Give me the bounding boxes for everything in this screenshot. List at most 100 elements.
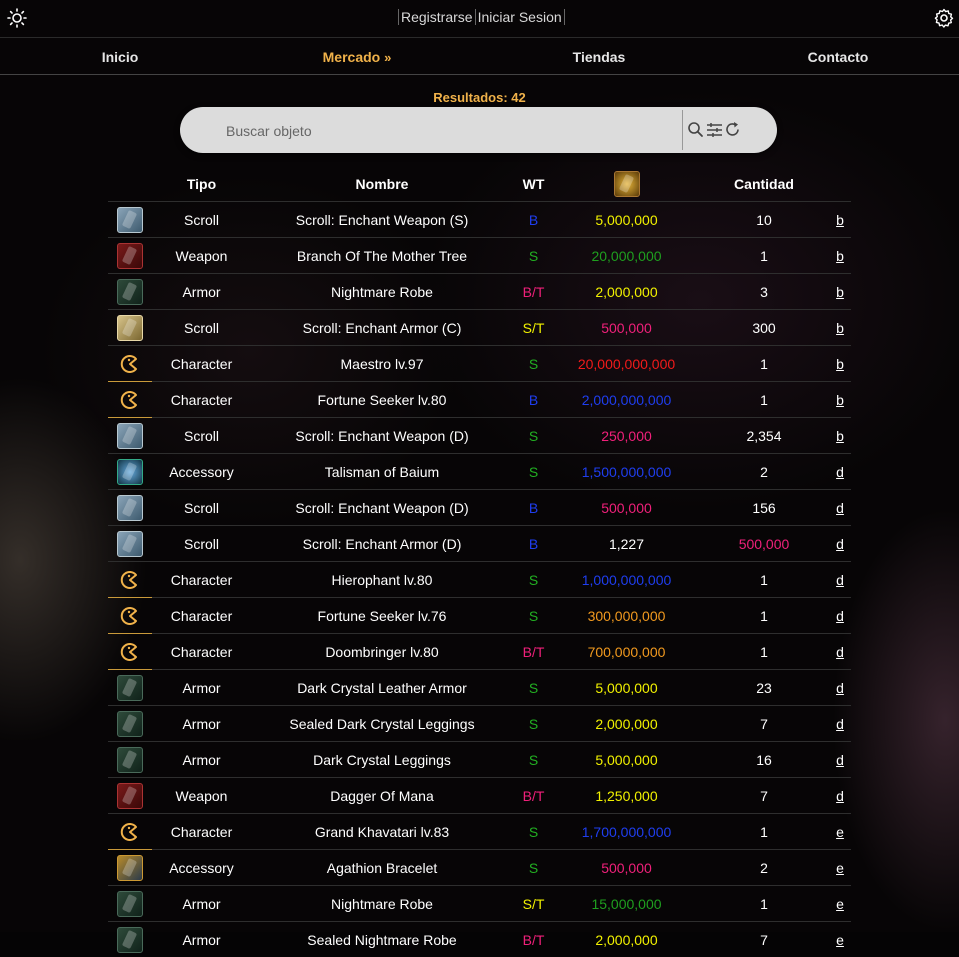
row-tipo: Character bbox=[152, 562, 251, 598]
row-link: e bbox=[829, 886, 851, 922]
armor-item-icon bbox=[117, 747, 143, 773]
row-detail-link[interactable]: b bbox=[836, 248, 844, 264]
table-row[interactable]: WeaponBranch Of The Mother TreeS20,000,0… bbox=[108, 238, 851, 274]
header-cantidad[interactable]: Cantidad bbox=[699, 166, 829, 202]
armor-item-icon bbox=[117, 711, 143, 737]
table-row[interactable]: CharacterFortune Seeker lv.76S300,000,00… bbox=[108, 598, 851, 634]
row-icon-cell bbox=[108, 706, 152, 742]
row-precio: 500,000 bbox=[554, 310, 699, 346]
row-detail-link[interactable]: e bbox=[836, 860, 844, 876]
row-link: d bbox=[829, 490, 851, 526]
table-row[interactable]: ArmorSealed Nightmare RobeB/T2,000,0007e bbox=[108, 922, 851, 957]
row-detail-link[interactable]: b bbox=[836, 212, 844, 228]
row-wt: S bbox=[513, 706, 554, 742]
row-detail-link[interactable]: d bbox=[836, 716, 844, 732]
login-link[interactable]: Iniciar Sesion bbox=[475, 9, 565, 25]
row-wt: S bbox=[513, 598, 554, 634]
nav-item-contacto[interactable]: Contacto bbox=[808, 49, 869, 65]
row-detail-link[interactable]: b bbox=[836, 320, 844, 336]
row-icon-cell bbox=[108, 346, 152, 382]
refresh-icon[interactable] bbox=[724, 121, 741, 138]
row-cantidad: 23 bbox=[699, 670, 829, 706]
row-detail-link[interactable]: d bbox=[836, 536, 844, 552]
row-detail-link[interactable]: b bbox=[836, 392, 844, 408]
row-nombre: Dark Crystal Leather Armor bbox=[251, 670, 513, 706]
table-row[interactable]: ArmorNightmare RobeB/T2,000,0003b bbox=[108, 274, 851, 310]
table-row[interactable]: AccessoryAgathion BraceletS500,0002e bbox=[108, 850, 851, 886]
row-detail-link[interactable]: e bbox=[836, 824, 844, 840]
header-price[interactable] bbox=[554, 166, 699, 202]
row-detail-link[interactable]: e bbox=[836, 932, 844, 948]
row-cantidad: 16 bbox=[699, 742, 829, 778]
header-wt[interactable]: WT bbox=[513, 166, 554, 202]
row-precio: 2,000,000 bbox=[554, 706, 699, 742]
search-bar bbox=[180, 107, 777, 153]
row-detail-link[interactable]: d bbox=[836, 608, 844, 624]
nav-item-mercado[interactable]: Mercado » bbox=[323, 49, 392, 65]
row-precio: 700,000,000 bbox=[554, 634, 699, 670]
row-detail-link[interactable]: d bbox=[836, 752, 844, 768]
row-detail-link[interactable]: d bbox=[836, 644, 844, 660]
table-row[interactable]: CharacterMaestro lv.97S20,000,000,0001b bbox=[108, 346, 851, 382]
table-row[interactable]: CharacterGrand Khavatari lv.83S1,700,000… bbox=[108, 814, 851, 850]
row-detail-link[interactable]: d bbox=[836, 680, 844, 696]
nav-item-inicio[interactable]: Inicio bbox=[102, 49, 139, 65]
row-detail-link[interactable]: b bbox=[836, 284, 844, 300]
table-row[interactable]: CharacterFortune Seeker lv.80B2,000,000,… bbox=[108, 382, 851, 418]
row-tipo: Armor bbox=[152, 922, 251, 957]
filter-sliders-icon[interactable] bbox=[706, 121, 723, 138]
table-row[interactable]: CharacterHierophant lv.80S1,000,000,0001… bbox=[108, 562, 851, 598]
search-input[interactable] bbox=[224, 119, 678, 143]
header-tipo[interactable]: Tipo bbox=[152, 166, 251, 202]
row-tipo: Scroll bbox=[152, 202, 251, 238]
chevron-double-down-icon: » bbox=[384, 50, 391, 65]
row-cantidad: 7 bbox=[699, 922, 829, 957]
row-precio: 300,000,000 bbox=[554, 598, 699, 634]
row-tipo: Scroll bbox=[152, 418, 251, 454]
theme-toggle-sun-icon[interactable] bbox=[7, 8, 27, 28]
table-row[interactable]: AccessoryTalisman of BaiumS1,500,000,000… bbox=[108, 454, 851, 490]
row-detail-link[interactable]: e bbox=[836, 896, 844, 912]
table-row[interactable]: ArmorSealed Dark Crystal LeggingsS2,000,… bbox=[108, 706, 851, 742]
row-tipo: Armor bbox=[152, 670, 251, 706]
nav-item-tiendas[interactable]: Tiendas bbox=[573, 49, 626, 65]
row-cantidad: 1 bbox=[699, 346, 829, 382]
table-row[interactable]: ScrollScroll: Enchant Weapon (D)B500,000… bbox=[108, 490, 851, 526]
table-row[interactable]: ScrollScroll: Enchant Armor (C)S/T500,00… bbox=[108, 310, 851, 346]
row-nombre: Hierophant lv.80 bbox=[251, 562, 513, 598]
settings-gear-icon[interactable] bbox=[934, 8, 954, 28]
table-row[interactable]: ScrollScroll: Enchant Weapon (D)S250,000… bbox=[108, 418, 851, 454]
header-nombre[interactable]: Nombre bbox=[251, 166, 513, 202]
row-icon-cell bbox=[108, 310, 152, 346]
row-wt: S bbox=[513, 454, 554, 490]
row-precio: 20,000,000,000 bbox=[554, 346, 699, 382]
row-precio: 1,700,000,000 bbox=[554, 814, 699, 850]
row-cantidad: 1 bbox=[699, 562, 829, 598]
row-link: d bbox=[829, 670, 851, 706]
row-tipo: Weapon bbox=[152, 778, 251, 814]
row-cantidad: 1 bbox=[699, 238, 829, 274]
row-detail-link[interactable]: b bbox=[836, 428, 844, 444]
row-wt: B bbox=[513, 202, 554, 238]
row-cantidad: 3 bbox=[699, 274, 829, 310]
row-icon-cell bbox=[108, 238, 152, 274]
table-row[interactable]: ScrollScroll: Enchant Armor (D)B1,227500… bbox=[108, 526, 851, 562]
row-detail-link[interactable]: d bbox=[836, 464, 844, 480]
search-divider bbox=[682, 110, 683, 150]
search-icon[interactable] bbox=[687, 121, 704, 138]
table-row[interactable]: WeaponDagger Of ManaB/T1,250,0007d bbox=[108, 778, 851, 814]
scroll-item-icon bbox=[117, 423, 143, 449]
row-detail-link[interactable]: d bbox=[836, 788, 844, 804]
row-detail-link[interactable]: d bbox=[836, 500, 844, 516]
table-row[interactable]: ArmorDark Crystal LeggingsS5,000,00016d bbox=[108, 742, 851, 778]
table-row[interactable]: ScrollScroll: Enchant Weapon (S)B5,000,0… bbox=[108, 202, 851, 238]
table-row[interactable]: CharacterDoombringer lv.80B/T700,000,000… bbox=[108, 634, 851, 670]
character-icon bbox=[120, 822, 140, 838]
row-detail-link[interactable]: b bbox=[836, 356, 844, 372]
row-cantidad: 500,000 bbox=[699, 526, 829, 562]
register-link[interactable]: Registrarse bbox=[398, 9, 475, 25]
row-detail-link[interactable]: d bbox=[836, 572, 844, 588]
row-wt: S bbox=[513, 850, 554, 886]
table-row[interactable]: ArmorDark Crystal Leather ArmorS5,000,00… bbox=[108, 670, 851, 706]
table-row[interactable]: ArmorNightmare RobeS/T15,000,0001e bbox=[108, 886, 851, 922]
